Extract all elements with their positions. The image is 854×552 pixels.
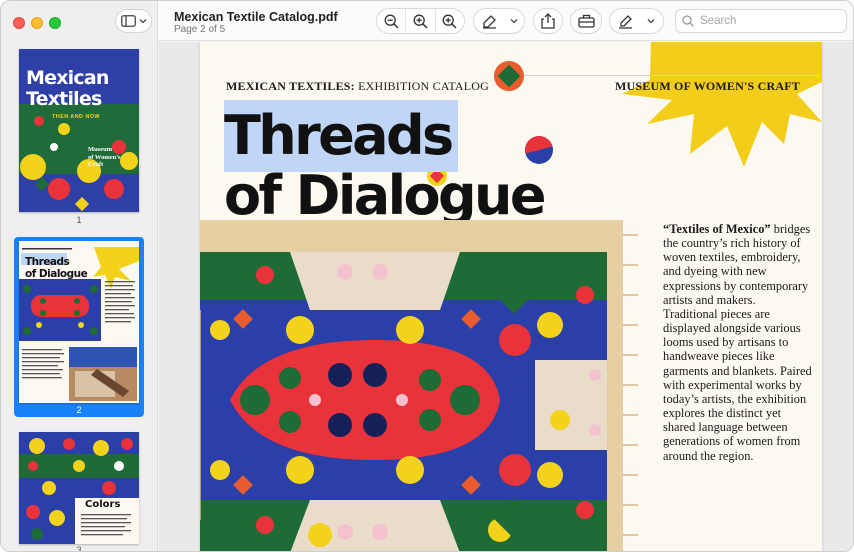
thumbnail-page-number: 1 (76, 215, 82, 225)
ornament-icon (494, 61, 524, 91)
minimize-window-button[interactable] (31, 17, 43, 29)
thumbnail-page-number: 3 (76, 545, 82, 552)
zoom-out-icon (384, 14, 399, 29)
zoom-controls (376, 8, 465, 34)
search-field[interactable] (675, 9, 847, 33)
cover-title-line1: Mexican (26, 67, 109, 89)
page-thumbnail-3[interactable]: Colors 3 (14, 429, 144, 552)
page3-thumbnail-image (19, 432, 139, 544)
markup-icon (482, 14, 496, 29)
sidebar-icon (120, 15, 136, 27)
toolbox-icon (577, 14, 595, 28)
cover-tagline: THEN AND NOW (52, 114, 100, 120)
highlight-button[interactable] (610, 8, 641, 34)
share-icon (541, 13, 555, 29)
pdf-page: MEXICAN TEXTILES: EXHIBITION CATALOG MUS… (200, 42, 822, 551)
fullscreen-window-button[interactable] (49, 17, 61, 29)
textile-rug-image (200, 220, 640, 551)
cover-title-line2: Textiles (26, 88, 102, 110)
share-button[interactable] (533, 8, 563, 34)
title-line-2: of Dialogue (224, 164, 547, 227)
sidebar-toggle-button[interactable] (115, 9, 152, 33)
toolbar: Mexican Textile Catalog.pdf Page 2 of 5 (158, 1, 853, 41)
document-title: Mexican Textile Catalog.pdf (174, 10, 338, 24)
chevron-down-icon (139, 19, 146, 24)
search-input[interactable] (700, 15, 840, 27)
catalog-header: MEXICAN TEXTILES: EXHIBITION CATALOG (226, 79, 489, 94)
title-line-1: Threads (224, 104, 454, 167)
zoom-in-button[interactable] (406, 8, 434, 34)
page-thumbnail-2[interactable]: Threads of Dialogue 2 (14, 237, 144, 417)
thumbnail-page-number: 2 (76, 405, 82, 415)
highlight-menu-button[interactable] (641, 8, 661, 34)
chevron-down-icon (510, 19, 518, 24)
catalog-header-bold: MEXICAN TEXTILES: (226, 79, 355, 93)
search-icon (682, 15, 694, 27)
page-thumbnail-1[interactable]: Mexican Textiles THEN AND NOW Museum of … (14, 46, 144, 229)
zoom-in-icon (413, 14, 428, 29)
cover-org-line3: Craft (88, 161, 104, 168)
thumb2-title-line1: Threads (25, 256, 70, 268)
article-title[interactable]: Threads of Dialogue (224, 104, 547, 227)
museum-header: MUSEUM OF WOMEN'S CRAFT (615, 79, 800, 93)
highlighter-icon (619, 14, 632, 29)
cover-org-line1: Museum (88, 146, 113, 153)
header-rule (500, 75, 820, 76)
thumbnail-sidebar[interactable]: Mexican Textiles THEN AND NOW Museum of … (1, 1, 158, 552)
close-window-button[interactable] (13, 17, 25, 29)
zoom-fit-button[interactable] (436, 8, 464, 34)
cover-org-line2: of Women's (88, 153, 121, 161)
sun-illustration (622, 42, 822, 167)
body-lead: “Textiles of Mexico” (663, 222, 771, 236)
zoom-out-button[interactable] (377, 8, 405, 34)
zoom-fit-icon (442, 14, 457, 29)
highlight-control[interactable] (609, 8, 664, 34)
markup-menu-button[interactable] (504, 8, 524, 34)
thumb3-heading: Colors (85, 499, 121, 510)
article-body[interactable]: “Textiles of Mexico” bridges the country… (663, 222, 813, 463)
chevron-down-icon (647, 19, 655, 24)
page-indicator: Page 2 of 5 (174, 24, 226, 35)
toolbox-button[interactable] (570, 8, 602, 34)
markup-button[interactable] (474, 8, 504, 34)
catalog-header-rest: EXHIBITION CATALOG (354, 79, 490, 93)
thumb2-title-line2: of Dialogue (25, 268, 88, 280)
preview-window: Mexican Textiles THEN AND NOW Museum of … (0, 0, 854, 552)
document-canvas[interactable]: MEXICAN TEXTILES: EXHIBITION CATALOG MUS… (159, 42, 853, 551)
markup-control[interactable] (473, 8, 525, 34)
body-text: bridges the country’s rich history of wo… (663, 222, 812, 463)
